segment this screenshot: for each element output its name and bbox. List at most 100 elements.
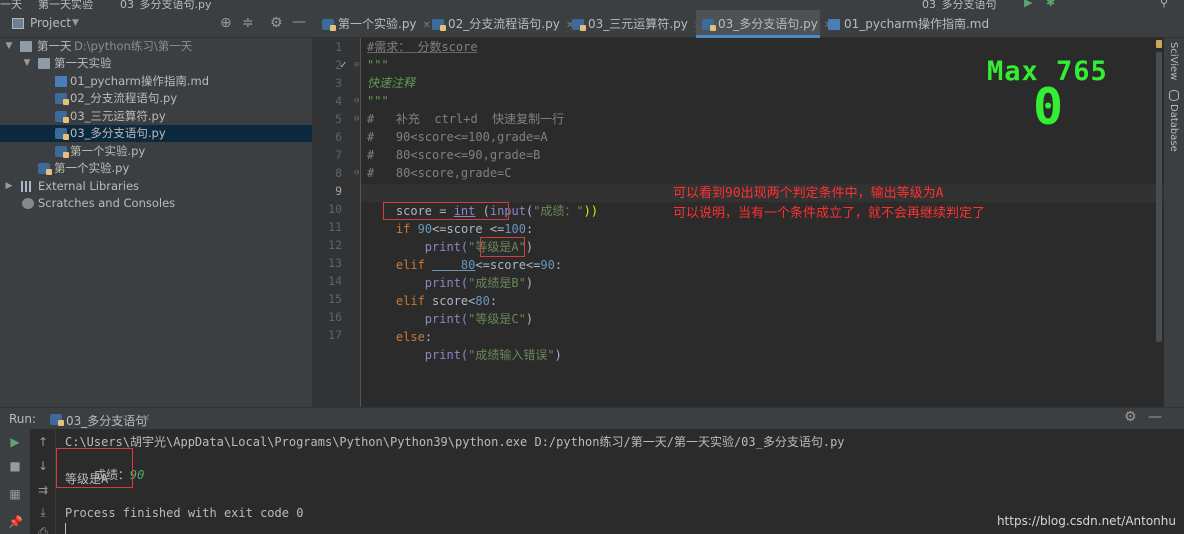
tree-item-file[interactable]: 02_分支流程语句.py [0,90,312,107]
collapse-all-icon[interactable]: ≑ [242,15,254,31]
arrow-down-icon[interactable]: ↓ [36,459,50,473]
tab-branch-flow[interactable]: 02_分支流程语句.py ✕ [426,10,574,38]
database-icon [1169,90,1179,101]
run-toolbar-primary: ▶ ■ ▦ 📌 [0,429,30,534]
breadcrumb-folder[interactable]: 第一天实验 [38,0,93,10]
fold-icon[interactable]: ⊖ [354,114,359,124]
tree-item-scratches[interactable]: Scratches and Consoles [0,195,312,212]
project-tree: ▼ 第一天 D:\python练习\第一天 ▼ 第一天实验 01_pycharm… [0,38,312,407]
code-token: print( [395,348,469,362]
locate-file-icon[interactable]: ⊕ [220,15,232,31]
highlight-box-console-output [56,448,133,488]
tree-item-file[interactable]: 01_pycharm操作指南.md [0,73,312,90]
hide-pane-icon[interactable]: — [292,14,306,30]
markdown-file-icon [828,19,840,30]
code-token: : [554,258,563,272]
highlight-box-if-condition [383,202,509,220]
library-icon [21,181,33,192]
editor-scrollbar[interactable] [1153,38,1163,378]
scrollbar-thumb[interactable] [1156,52,1162,342]
tree-item-label: 第一天 [37,39,72,53]
code-line: print("成绩输入错误") [367,328,562,362]
fold-icon[interactable]: ⊖ [354,168,359,178]
tree-item-subfolder[interactable]: ▼ 第一天实验 [0,55,312,72]
soft-wrap-icon[interactable]: ⇉ [36,483,50,497]
markdown-file-icon [55,76,67,87]
right-tool-strip: SciView Database [1164,38,1184,407]
python-file-icon [55,146,69,158]
annotation-note: 可以看到90出现两个判定条件中，输出等级为A [673,186,944,201]
code-line: elif 80<=score<=90: [367,238,562,272]
code-line: # 80<score<=90,grade=B [367,148,541,162]
tree-item-file-selected[interactable]: 03_多分支语句.py [0,125,312,142]
scroll-to-end-icon[interactable]: ⤓ [36,505,50,519]
tree-item-label: 02_分支流程语句.py [70,91,178,105]
debug-icon[interactable]: ✱ [1046,0,1055,9]
tree-item-external-libraries[interactable]: ▶ External Libraries [0,178,312,195]
line-number: 8 [335,166,342,180]
tree-item-file[interactable]: 03_三元运算符.py [0,108,312,125]
tab-pycharm-guide[interactable]: 01_pycharm操作指南.md [822,10,989,38]
gear-icon[interactable]: ⚙ [270,15,283,31]
code-token: "成绩输入错误" [468,348,555,362]
annotation-note: 可以说明，当有一个条件成立了，就不会再继续判定了 [673,206,986,221]
pin-icon[interactable]: 📌 [8,515,23,529]
folder-icon [38,58,50,69]
python-file-icon [572,19,586,31]
project-pane-header: Project ▼ ⊕ ≑ ⚙ — [0,10,312,38]
chevron-right-icon[interactable]: ▶ [4,178,14,195]
tree-item-file[interactable]: 第一个实验.py [0,160,312,177]
breadcrumb-file[interactable]: 03_多分支语句.py [120,0,212,10]
run-console[interactable]: C:\Users\胡宇光\AppData\Local\Programs\Pyth… [56,429,1184,534]
tree-item-path: D:\python练习\第一天 [74,39,193,53]
run-icon[interactable]: ▶ [1024,0,1032,9]
run-config-selector[interactable]: 03_多分支语句 [922,0,997,10]
tab-label: 第一个实验.py [338,17,417,31]
line-number-current: 9 [335,184,342,198]
code-line: """ [367,58,389,72]
layout-icon[interactable]: ▦ [8,487,22,501]
close-icon[interactable]: ✕ [142,413,150,424]
sciview-tool-button[interactable]: SciView [1168,42,1179,80]
run-toolbar-secondary: ↑ ↓ ⇉ ⤓ ⎙ [30,429,56,534]
tree-item-file[interactable]: 第一个实验.py [0,143,312,160]
tab-multi-branch[interactable]: 03_多分支语句.py✕ [696,10,832,38]
hide-pane-icon[interactable]: — [1148,409,1162,425]
gear-icon[interactable]: ⚙ [1124,409,1137,425]
arrow-up-icon[interactable]: ↑ [36,435,50,449]
rerun-icon[interactable]: ▶ [8,435,22,449]
line-number: 11 [328,220,342,234]
tree-item-label: 03_多分支语句.py [70,126,166,140]
code-line: elif score<80: [367,274,497,308]
tree-item-label: 第一个实验.py [70,144,146,158]
warning-marker-icon[interactable] [1156,40,1162,48]
search-icon[interactable]: ⚲ [1160,0,1168,9]
run-tab-label[interactable]: 03_多分支语句 [66,412,147,429]
database-tool-button[interactable]: Database [1168,104,1179,152]
tree-item-label: External Libraries [38,179,140,193]
fold-icon[interactable]: ⊖ [354,96,359,106]
line-number: 7 [335,148,342,162]
print-icon[interactable]: ⎙ [36,525,50,534]
editor-gutter: 1 2 3 4 5 6 7 8 9 10 11 12 13 14 15 16 1… [312,38,360,407]
tab-ternary[interactable]: 03_三元运算符.py✕ [566,10,702,38]
stop-icon[interactable]: ■ [8,459,22,473]
code-line: score = int (input("成绩：")) [367,184,598,218]
code-line: # 80<score,grade=C [367,166,512,180]
chevron-down-icon[interactable]: ▼ [4,38,14,55]
project-view-title[interactable]: Project [30,16,71,30]
code-editor[interactable]: #需求： 分数score """ 快速注释 """ # 补充 ctrl+d 快速… [360,38,1165,407]
chevron-down-icon[interactable]: ▼ [72,18,79,28]
scratches-icon [22,198,34,209]
tree-item-root-folder[interactable]: ▼ 第一天 D:\python练习\第一天 [0,38,312,55]
breadcrumb-root[interactable]: 一天 [0,0,22,10]
fold-icon[interactable]: ⊖ [354,60,359,70]
tab-first-experiment[interactable]: 第一个实验.py ✕ [316,10,431,38]
line-number: 12 [328,238,342,252]
tree-item-label: Scratches and Consoles [38,196,176,210]
python-file-icon [38,163,52,175]
code-line: 快速注释 [367,76,416,90]
line-number: 15 [328,292,342,306]
chevron-down-icon[interactable]: ▼ [22,55,32,72]
python-file-icon [50,414,64,426]
